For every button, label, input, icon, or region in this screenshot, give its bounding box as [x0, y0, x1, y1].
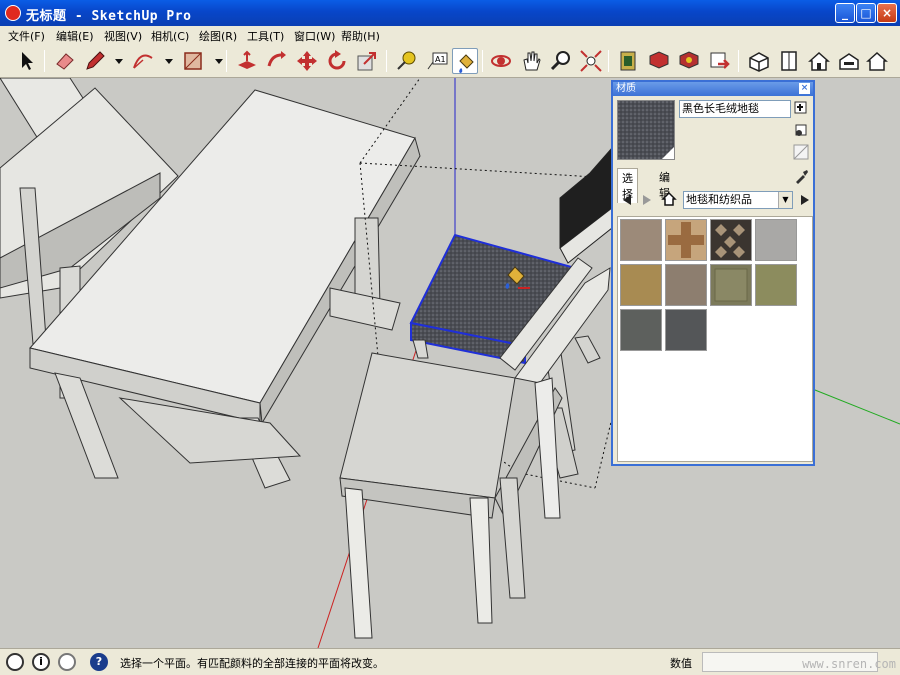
front-view-icon[interactable]	[806, 48, 832, 74]
info-icon[interactable]: i	[32, 653, 50, 671]
maximize-button[interactable]: □	[856, 3, 876, 23]
select-icon[interactable]	[14, 48, 40, 74]
chevron-down-icon[interactable]	[106, 48, 123, 74]
material-swatch[interactable]	[710, 264, 752, 306]
eyedropper-icon[interactable]	[793, 168, 809, 184]
send-to-layout-icon[interactable]	[706, 48, 732, 74]
window-title: 无标题 - SketchUp Pro	[26, 9, 192, 24]
menu-edit[interactable]: 编辑(E)	[56, 28, 94, 44]
share-model-icon[interactable]	[646, 48, 672, 74]
user-icon[interactable]	[58, 653, 76, 671]
rectangle-icon[interactable]	[180, 48, 206, 74]
sketchup-logo-icon	[5, 5, 21, 21]
materials-panel-title: 材质 ×	[613, 82, 813, 96]
toolbar: A1	[0, 44, 900, 78]
right-view-icon[interactable]	[836, 48, 862, 74]
help-icon[interactable]: ?	[90, 653, 108, 671]
menu-help[interactable]: 帮助(H)	[341, 28, 380, 44]
paint-default-icon[interactable]	[793, 122, 809, 138]
components-icon[interactable]	[676, 48, 702, 74]
chevron-down-icon[interactable]	[156, 48, 173, 74]
current-material-swatch[interactable]	[617, 100, 675, 160]
material-swatch[interactable]	[755, 264, 797, 306]
follow-me-icon[interactable]	[264, 48, 290, 74]
status-bar: i ? 选择一个平面。有匹配颜料的全部连接的平面将改变。 数值 www.snre…	[0, 648, 900, 675]
details-arrow-icon[interactable]	[797, 192, 813, 211]
chevron-down-icon: ▼	[778, 192, 792, 208]
home-icon[interactable]	[661, 191, 677, 210]
paint-bucket-icon[interactable]	[452, 48, 478, 74]
material-swatch[interactable]	[620, 219, 662, 261]
top-view-icon[interactable]	[776, 48, 802, 74]
material-swatch-grid	[617, 216, 813, 462]
scale-icon[interactable]	[354, 48, 380, 74]
menu-camera[interactable]: 相机(C)	[151, 28, 189, 44]
arc-icon[interactable]	[130, 48, 156, 74]
measurements-label: 数值	[670, 657, 692, 670]
material-swatch[interactable]	[710, 219, 752, 261]
geo-location-icon[interactable]	[6, 653, 24, 671]
menu-bar: 文件(F) 编辑(E) 视图(V) 相机(C) 绘图(R) 工具(T) 窗口(W…	[0, 26, 900, 44]
material-swatch[interactable]	[665, 309, 707, 351]
sample-swatch-icon[interactable]	[793, 144, 809, 160]
close-button[interactable]: ×	[877, 3, 897, 23]
svg-text:A1: A1	[435, 55, 446, 64]
status-message: 选择一个平面。有匹配颜料的全部连接的平面将改变。	[120, 657, 384, 670]
zoom-icon[interactable]	[548, 48, 574, 74]
watermark: www.snren.com	[802, 657, 896, 671]
minimize-button[interactable]: _	[835, 3, 855, 23]
material-swatch[interactable]	[620, 264, 662, 306]
tape-measure-icon[interactable]	[394, 48, 420, 74]
materials-panel[interactable]: 材质 × 黑色长毛绒地毯 选择 编辑 地毯和纺织品 ▼	[611, 80, 815, 466]
create-material-icon[interactable]	[793, 100, 809, 116]
orbit-icon[interactable]	[488, 48, 514, 74]
menu-file[interactable]: 文件(F)	[8, 28, 45, 44]
menu-window[interactable]: 窗口(W)	[294, 28, 335, 44]
material-swatch[interactable]	[665, 219, 707, 261]
menu-view[interactable]: 视图(V)	[104, 28, 142, 44]
move-icon[interactable]	[294, 48, 320, 74]
pencil-icon[interactable]	[82, 48, 108, 74]
material-swatch[interactable]	[665, 264, 707, 306]
chevron-down-icon[interactable]	[206, 48, 223, 74]
material-swatch[interactable]	[755, 219, 797, 261]
menu-tools[interactable]: 工具(T)	[247, 28, 284, 44]
title-bar: 无标题 - SketchUp Pro _ □ ×	[0, 0, 900, 26]
back-arrow-icon[interactable]	[619, 192, 635, 211]
zoom-extents-icon[interactable]	[578, 48, 604, 74]
material-name-field[interactable]: 黑色长毛绒地毯	[679, 100, 791, 118]
push-pull-icon[interactable]	[234, 48, 260, 74]
menu-draw[interactable]: 绘图(R)	[199, 28, 237, 44]
back-view-icon[interactable]	[864, 48, 890, 74]
library-nav: 地毯和纺织品 ▼	[617, 190, 813, 210]
eraser-icon[interactable]	[52, 48, 78, 74]
pan-icon[interactable]	[518, 48, 544, 74]
text-icon[interactable]: A1	[424, 48, 450, 74]
forward-arrow-icon[interactable]	[639, 192, 655, 211]
get-models-icon[interactable]	[616, 48, 642, 74]
library-select[interactable]: 地毯和纺织品 ▼	[683, 191, 793, 209]
rotate-icon[interactable]	[324, 48, 350, 74]
material-swatch[interactable]	[620, 309, 662, 351]
iso-view-icon[interactable]	[746, 48, 772, 74]
close-icon[interactable]: ×	[799, 83, 810, 94]
